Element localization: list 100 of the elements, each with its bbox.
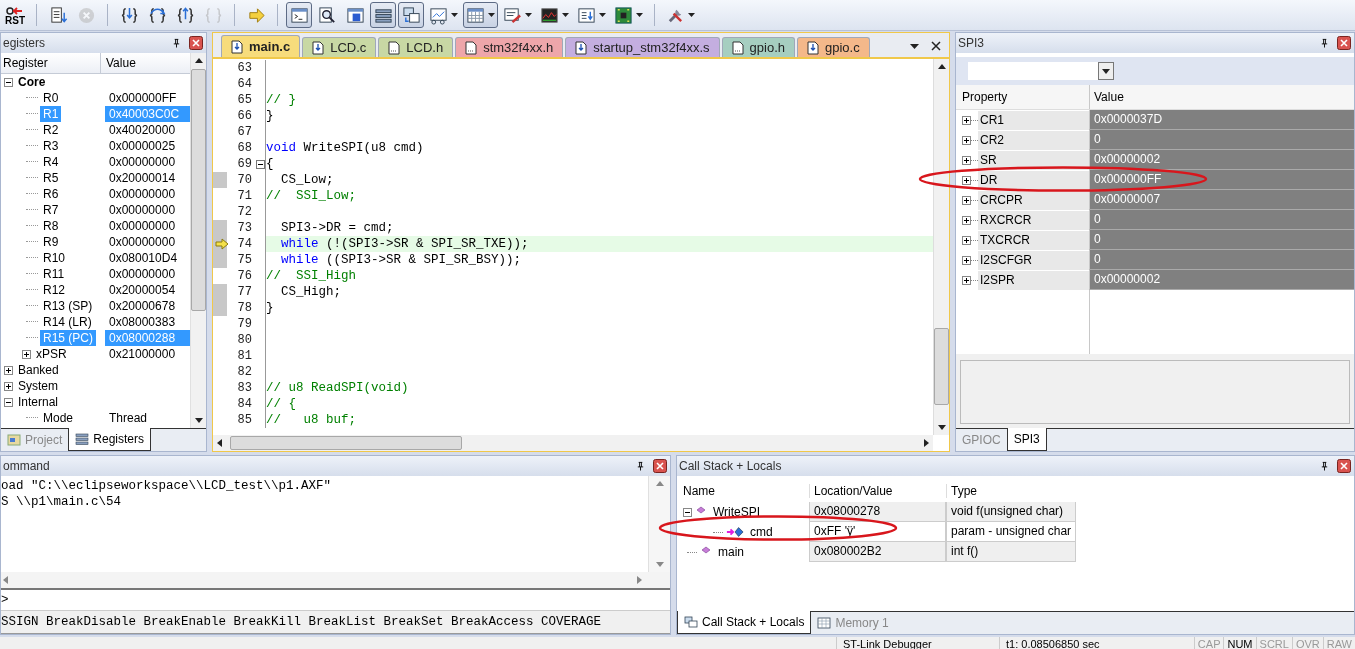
scrollbar-thumb[interactable] xyxy=(934,328,949,405)
register-name[interactable]: System xyxy=(15,378,61,394)
property-name[interactable]: I2SCFGR xyxy=(978,250,1089,270)
file-tab[interactable]: LCD.h xyxy=(378,37,454,57)
command-button[interactable] xyxy=(286,2,312,28)
expand-icon[interactable] xyxy=(962,275,971,285)
register-name[interactable]: R5 xyxy=(40,170,62,186)
reset-button[interactable]: RST xyxy=(2,2,28,28)
scrollbar-thumb[interactable] xyxy=(191,69,206,311)
property-name[interactable]: CR1 xyxy=(978,110,1089,130)
close-icon[interactable] xyxy=(653,459,667,473)
pin-icon[interactable] xyxy=(172,38,181,48)
column-header[interactable]: Location/Value xyxy=(809,484,946,498)
code-line: // SSI_Low; xyxy=(266,189,356,203)
scroll-down-icon[interactable] xyxy=(194,418,203,423)
column-header[interactable]: Value xyxy=(101,53,141,73)
scroll-up-icon[interactable] xyxy=(194,58,203,63)
register-value: 0x00000000 xyxy=(108,266,177,282)
pin-icon[interactable] xyxy=(1320,38,1329,48)
property-name[interactable]: CR2 xyxy=(978,130,1089,150)
close-icon[interactable] xyxy=(189,36,203,50)
register-name[interactable]: Core xyxy=(15,74,49,90)
expand-icon[interactable] xyxy=(962,255,971,265)
panel-title: egisters xyxy=(3,36,46,50)
register-name[interactable]: xPSR xyxy=(33,346,70,362)
line-number: 77 xyxy=(236,285,252,299)
panel-tab[interactable]: SPI3 xyxy=(1006,428,1047,451)
expand-icon[interactable] xyxy=(962,135,971,145)
register-name[interactable]: R11 xyxy=(40,266,68,282)
collapse-icon[interactable] xyxy=(4,397,13,407)
register-name[interactable]: R0 xyxy=(40,90,62,106)
register-name[interactable]: R2 xyxy=(40,122,62,138)
property-name[interactable]: TXCRCR xyxy=(978,230,1089,250)
register-name[interactable]: R12 xyxy=(40,282,68,298)
register-name[interactable]: R6 xyxy=(40,186,62,202)
collapse-icon[interactable] xyxy=(4,77,13,87)
symbol-name[interactable]: cmd xyxy=(747,525,773,539)
column-header[interactable]: Type xyxy=(946,484,1076,498)
register-name[interactable]: Banked xyxy=(15,362,62,378)
register-name[interactable]: R13 (SP) xyxy=(40,298,96,314)
scroll-right-icon[interactable] xyxy=(924,439,929,447)
close-icon[interactable] xyxy=(931,41,941,51)
column-header[interactable]: Property xyxy=(956,90,1089,104)
register-name[interactable]: R4 xyxy=(40,154,62,170)
expand-icon[interactable] xyxy=(962,235,971,245)
code-line: // u8 buf; xyxy=(266,413,356,427)
register-name[interactable]: R8 xyxy=(40,218,62,234)
register-name[interactable]: R7 xyxy=(40,202,62,218)
expand-icon[interactable] xyxy=(4,365,13,375)
file-tab[interactable]: gpio.c xyxy=(797,37,870,57)
register-name[interactable]: R9 xyxy=(40,234,62,250)
column-header[interactable]: Value xyxy=(1089,85,1354,109)
symbol-name[interactable]: WriteSPI xyxy=(710,505,761,519)
dropdown-icon[interactable] xyxy=(910,44,919,49)
collapse-icon[interactable] xyxy=(683,507,692,517)
expand-icon[interactable] xyxy=(22,349,31,359)
property-name[interactable]: DR xyxy=(978,170,1089,190)
register-name[interactable]: Internal xyxy=(15,394,62,410)
waveform-icon xyxy=(540,5,559,25)
scrollbar[interactable] xyxy=(213,435,933,451)
property-name[interactable]: RXCRCR xyxy=(978,210,1089,230)
property-name[interactable]: I2SPR xyxy=(978,270,1089,290)
symbol-name[interactable]: main xyxy=(715,545,744,559)
property-value: 0 xyxy=(1089,130,1354,150)
register-name[interactable]: R3 xyxy=(40,138,62,154)
register-name[interactable]: Mode xyxy=(40,410,77,426)
pin-icon[interactable] xyxy=(636,461,645,471)
close-icon[interactable] xyxy=(1337,36,1351,50)
column-header[interactable]: Name xyxy=(679,484,809,498)
column-header[interactable]: Register xyxy=(1,53,101,73)
stop-icon xyxy=(76,5,96,25)
property-name[interactable]: CRCPR xyxy=(978,190,1089,210)
file-tab[interactable]: stm32f4xx.h xyxy=(455,37,564,57)
memory-button[interactable] xyxy=(463,2,498,28)
panel-tab[interactable]: Call Stack + Locals xyxy=(677,611,812,634)
registers-button[interactable] xyxy=(370,2,396,28)
file-tab[interactable]: LCD.c xyxy=(302,37,377,57)
scroll-up-icon[interactable] xyxy=(937,64,946,69)
scroll-down-icon[interactable] xyxy=(937,425,946,430)
file-tab[interactable]: startup_stm32f4xx.s xyxy=(565,37,720,57)
expand-icon[interactable] xyxy=(962,215,971,225)
command-input[interactable]: > xyxy=(1,590,670,611)
register-dropdown[interactable] xyxy=(968,62,1114,80)
register-name[interactable]: R14 (LR) xyxy=(40,314,95,330)
expand-icon[interactable] xyxy=(962,115,971,125)
scroll-left-icon[interactable] xyxy=(217,439,222,447)
close-icon[interactable] xyxy=(1337,459,1351,473)
register-name[interactable]: R10 xyxy=(40,250,68,266)
pin-icon[interactable] xyxy=(1320,461,1329,471)
expand-icon[interactable] xyxy=(4,381,13,391)
file-tab[interactable]: gpio.h xyxy=(721,37,795,57)
code-line: // SSI_High xyxy=(266,269,356,283)
scrollbar-thumb[interactable] xyxy=(230,436,462,450)
expand-icon[interactable] xyxy=(962,195,971,205)
callstack-button[interactable] xyxy=(398,2,424,28)
file-tab[interactable]: main.c xyxy=(221,35,301,57)
expand-icon[interactable] xyxy=(962,175,971,185)
collapse-icon[interactable] xyxy=(256,159,265,169)
expand-icon[interactable] xyxy=(962,155,971,165)
panel-tab[interactable]: Registers xyxy=(68,428,152,451)
